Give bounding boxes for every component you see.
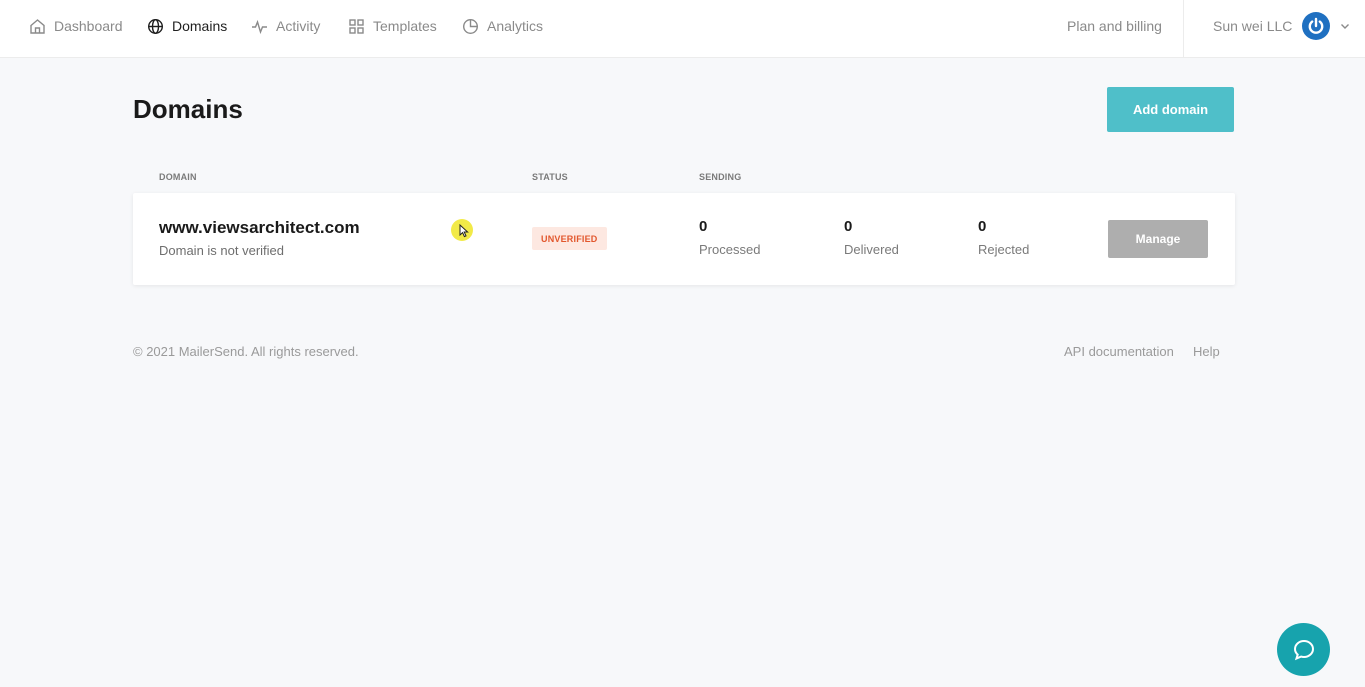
help-link[interactable]: Help [1193,344,1220,359]
nav-item-domains[interactable]: Domains [147,0,227,52]
chevron-down-icon [1340,21,1350,31]
nav-label-domains: Domains [172,18,228,34]
rejected-count: 0 [978,218,987,235]
page-title: Domains [133,94,243,124]
nav-item-templates[interactable]: Templates [348,0,437,52]
domain-subtitle: Domain is not verified [159,243,284,258]
processed-count: 0 [699,218,708,235]
add-domain-button[interactable]: Add domain [1107,87,1234,132]
nav-item-analytics[interactable]: Analytics [462,0,543,52]
delivered-label: Delivered [844,242,899,257]
plan-and-billing-link[interactable]: Plan and billing [1067,0,1162,52]
nav-item-activity[interactable]: Activity [251,0,320,52]
grid-icon [348,18,365,35]
nav-divider [1183,0,1184,58]
footer-copyright: © 2021 MailerSend. All rights reserved. [133,344,359,359]
nav-label-activity: Activity [276,18,321,34]
nav-item-dashboard[interactable]: Dashboard [29,0,123,52]
nav-label-dashboard: Dashboard [54,18,123,34]
domain-name[interactable]: www.viewsarchitect.com [159,218,360,238]
column-header-domain: DOMAIN [159,172,197,182]
status-badge: UNVERIFIED [532,227,607,250]
rejected-label: Rejected [978,242,1030,257]
column-header-sending: SENDING [699,172,742,182]
stat-processed: 0 Processed [699,218,760,257]
domain-row: www.viewsarchitect.com Domain is not ver… [133,193,1235,285]
account-name: Sun wei LLC [1213,18,1293,34]
avatar [1302,12,1331,40]
chat-launcher-button[interactable] [1277,623,1330,676]
api-documentation-link[interactable]: API documentation [1064,344,1174,359]
stat-delivered: 0 Delivered [844,218,899,257]
nav-label-analytics: Analytics [487,18,544,34]
activity-icon [251,18,268,35]
column-header-status: STATUS [532,172,568,182]
account-menu[interactable]: Sun wei LLC [1213,0,1350,52]
top-navigation: Dashboard Domains Activity Templates Ana… [0,0,1365,58]
pie-chart-icon [462,18,479,35]
nav-label-templates: Templates [373,18,437,34]
stat-rejected: 0 Rejected [978,218,1029,257]
chat-bubble-icon [1292,638,1316,662]
mouse-cursor-icon [459,223,469,243]
delivered-count: 0 [844,218,853,235]
processed-label: Processed [699,242,761,257]
home-icon [29,18,46,35]
globe-icon [147,18,164,35]
manage-button[interactable]: Manage [1108,220,1208,258]
